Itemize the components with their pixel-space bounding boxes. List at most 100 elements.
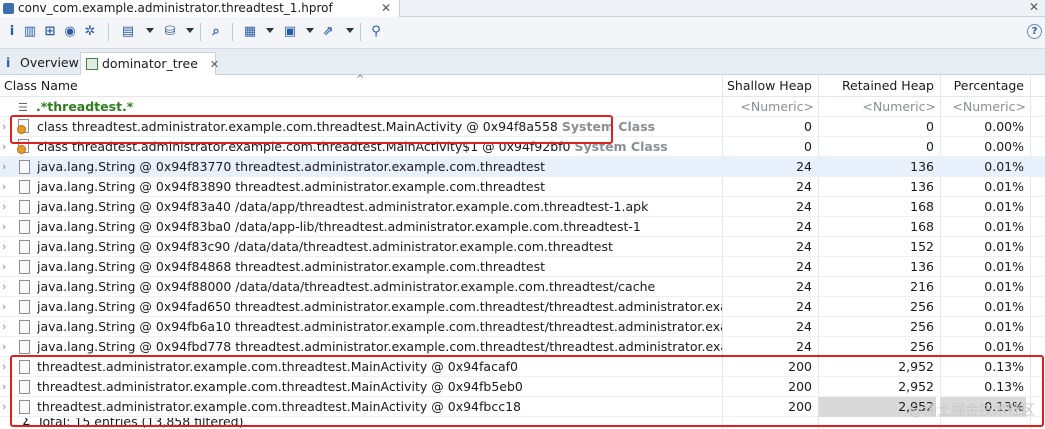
row-class-name: java.lang.String @ 0x94fb6a10 threadtest… [37, 317, 722, 336]
calculator-icon[interactable]: ▣ [282, 24, 298, 40]
table-row[interactable]: › java.lang.String @ 0x94f83c90 /data/dat… [0, 237, 1045, 257]
row-class-name: java.lang.String @ 0x94f83890 threadtest… [37, 177, 722, 196]
chevron-down-icon[interactable] [186, 28, 194, 33]
expand-chevron-icon[interactable]: › [2, 257, 12, 276]
chevron-down-icon[interactable] [306, 28, 314, 33]
filter-name-input[interactable]: .*threadtest.* [36, 97, 133, 116]
thread-icon[interactable]: ✲ [82, 24, 98, 40]
column-header-percentage[interactable]: Percentage [944, 75, 1024, 97]
expand-chevron-icon[interactable]: › [2, 197, 12, 216]
watermark: @稀土掘金技术社区 [909, 403, 1035, 419]
object-instance-icon [19, 320, 30, 334]
row-percentage: 0.01% [984, 219, 1024, 234]
row-object-label: java.lang.String @ 0x94f84868 threadtest… [37, 259, 546, 274]
table-row[interactable]: › java.lang.String @ 0x94f84868 threadtes… [0, 257, 1045, 277]
oql-icon[interactable]: ◉ [62, 24, 78, 40]
info-icon[interactable]: i [4, 24, 20, 40]
tab-overview[interactable]: i Overview [0, 52, 79, 75]
system-class-tag: System Class [561, 119, 656, 134]
expand-chevron-icon[interactable]: › [2, 337, 12, 356]
filter-percentage-input[interactable]: <Numeric> [940, 97, 1026, 117]
close-icon[interactable]: ✕ [381, 0, 391, 16]
table-row[interactable]: › java.lang.String @ 0x94fad650 threadtes… [0, 297, 1045, 317]
object-instance-icon [19, 160, 30, 174]
chevron-down-icon[interactable] [146, 28, 154, 33]
row-object-label: java.lang.String @ 0x94f83ba0 /data/app-… [37, 219, 641, 234]
object-instance-icon [19, 200, 30, 214]
row-shallow-heap: 24 [796, 259, 812, 274]
window-close-icon[interactable]: ✕ [1029, 0, 1039, 14]
expand-chevron-icon[interactable]: › [2, 237, 12, 256]
filter-retained-input[interactable]: <Numeric> [818, 97, 936, 117]
view-tabs: i Overview dominator_tree ✕ [0, 49, 1045, 75]
dominator-icon[interactable]: ⊞ [42, 24, 58, 40]
table-row[interactable]: › threadtest.administrator.example.com.th… [0, 377, 1045, 397]
expand-chevron-icon[interactable]: › [2, 317, 12, 336]
expand-chevron-icon[interactable]: › [2, 397, 12, 416]
row-object-label: java.lang.String @ 0x94f83c90 /data/data… [37, 239, 613, 254]
table-row[interactable]: › java.lang.String @ 0x94fb6a10 threadtes… [0, 317, 1045, 337]
column-header-retained-heap[interactable]: Retained Heap [816, 75, 934, 97]
pin-icon[interactable]: ⚲ [368, 24, 384, 40]
system-class-tag: System Class [574, 139, 668, 154]
export-icon[interactable]: ⇗ [320, 24, 336, 40]
table-row[interactable]: › class threadtest.administrator.example.… [0, 117, 1045, 137]
row-retained-heap: 2,952 [898, 379, 934, 394]
expand-chevron-icon[interactable]: › [2, 137, 12, 156]
expand-chevron-icon[interactable]: › [2, 357, 12, 376]
object-instance-icon [19, 240, 30, 254]
help-icon[interactable]: ? [1027, 24, 1042, 39]
row-shallow-heap: 0 [804, 119, 812, 134]
column-header-class-name[interactable]: Class Name [4, 75, 78, 97]
row-retained-heap: 0 [926, 139, 934, 154]
table-row[interactable]: › class threadtest.administrator.example.… [0, 137, 1045, 157]
chevron-down-icon[interactable] [266, 28, 274, 33]
expand-chevron-icon[interactable]: › [2, 277, 12, 296]
tab-dominator-tree[interactable]: dominator_tree ✕ [80, 52, 219, 75]
row-class-name: class threadtest.administrator.example.c… [37, 117, 722, 136]
object-instance-icon [19, 340, 30, 354]
table-row[interactable]: › java.lang.String @ 0x94fbd778 threadtes… [0, 337, 1045, 357]
row-class-name: java.lang.String @ 0x94fad650 threadtest… [37, 297, 722, 316]
filter-shallow-input[interactable]: <Numeric> [722, 97, 814, 117]
histogram-icon[interactable]: ▥ [22, 24, 38, 40]
expand-chevron-icon[interactable]: › [2, 377, 12, 396]
column-header-shallow-heap[interactable]: Shallow Heap [722, 75, 812, 97]
table-footer: Σ Total: 15 entries (13,858 filtered) [0, 418, 1045, 429]
expand-chevron-icon[interactable]: › [2, 217, 12, 236]
filter-row[interactable]: ☰ .*threadtest.* <Numeric> <Numeric> <Nu… [0, 97, 1045, 117]
row-percentage: 0.01% [984, 279, 1024, 294]
table-row[interactable]: › java.lang.String @ 0x94f88000 /data/dat… [0, 277, 1045, 297]
search-icon[interactable]: ⌕ [208, 24, 224, 40]
row-shallow-heap: 24 [796, 239, 812, 254]
expand-chevron-icon[interactable]: › [2, 177, 12, 196]
expand-chevron-icon[interactable]: › [2, 117, 12, 136]
row-shallow-heap: 24 [796, 179, 812, 194]
chevron-down-icon[interactable] [346, 28, 354, 33]
table-row[interactable]: › java.lang.String @ 0x94f83770 threadtes… [0, 157, 1045, 177]
object-instance-icon [19, 260, 30, 274]
table-row[interactable]: › threadtest.administrator.example.com.th… [0, 397, 1045, 417]
object-instance-icon [19, 400, 30, 414]
group-icon[interactable]: ▦ [242, 24, 258, 40]
heap-dump-icon[interactable]: ⛁ [162, 24, 178, 40]
class-object-icon [17, 139, 31, 154]
row-object-label: java.lang.String @ 0x94fad650 threadtest… [37, 299, 722, 314]
table-row[interactable]: › threadtest.administrator.example.com.th… [0, 357, 1045, 377]
expand-chevron-icon[interactable]: › [2, 157, 12, 176]
heap-dump-icon [3, 3, 14, 14]
toolbar-separator [232, 23, 233, 41]
row-percentage: 0.00% [984, 139, 1024, 154]
editor-tab-hprof[interactable]: conv_com.example.administrator.threadtes… [0, 0, 400, 17]
table-row[interactable]: › java.lang.String @ 0x94f83890 threadtes… [0, 177, 1045, 197]
row-percentage: 0.01% [984, 239, 1024, 254]
row-object-label: java.lang.String @ 0x94fb6a10 threadtest… [37, 319, 722, 334]
row-class-name: threadtest.administrator.example.com.thr… [37, 357, 722, 376]
expand-chevron-icon[interactable]: › [2, 297, 12, 316]
close-icon[interactable]: ✕ [210, 58, 219, 71]
table-row[interactable]: › java.lang.String @ 0x94f83a40 /data/app… [0, 197, 1045, 217]
report-icon[interactable]: ▤ [120, 24, 136, 40]
row-class-name: java.lang.String @ 0x94f83c90 /data/data… [37, 237, 722, 256]
row-percentage: 0.01% [984, 259, 1024, 274]
table-row[interactable]: › java.lang.String @ 0x94f83ba0 /data/app… [0, 217, 1045, 237]
